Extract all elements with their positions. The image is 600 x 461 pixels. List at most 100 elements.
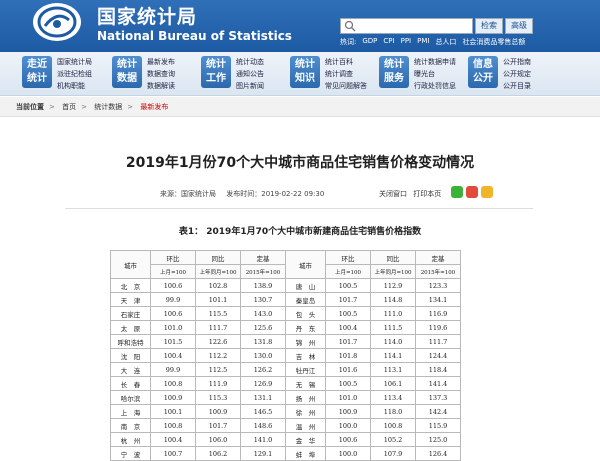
breadcrumb-data[interactable]: 统计数据: [94, 103, 122, 111]
wechat-share-icon[interactable]: [451, 186, 463, 198]
index-cell: 115.5: [195, 306, 241, 321]
index-cell: 125.0: [415, 432, 461, 447]
index-cell: 114.0: [370, 334, 416, 349]
index-cell: 112.9: [370, 278, 416, 293]
breadcrumb: 当前位置 > 首页 > 统计数据 > 最新发布: [0, 97, 600, 117]
hot-word-link[interactable]: 社会消费品零售总额: [462, 37, 525, 49]
col-header-city: 城市: [110, 250, 151, 279]
nav-link[interactable]: 公开规定: [503, 68, 531, 80]
nav-link[interactable]: 图片新闻: [236, 80, 264, 92]
city-cell: 金 华: [285, 432, 326, 447]
search-box: [340, 18, 473, 34]
col-header-city: 城市: [285, 250, 326, 279]
index-cell: 106.0: [195, 432, 241, 447]
index-cell: 100.8: [370, 418, 416, 433]
city-cell: 哈尔滨: [110, 390, 151, 405]
nav-link[interactable]: 数据查询: [147, 68, 175, 80]
breadcrumb-current[interactable]: 最新发布: [140, 103, 168, 111]
nav-link[interactable]: 统计百科: [325, 56, 367, 68]
nav-link[interactable]: 曝光台: [414, 68, 456, 80]
close-window-link[interactable]: 关闭窗口: [379, 190, 407, 198]
print-page-link[interactable]: 打印本页: [413, 190, 441, 198]
table-row: 南 京 100.8 101.7 148.6 温 州 100.0 100.8 115.9: [110, 418, 461, 433]
nbs-logo-icon[interactable]: [33, 3, 81, 41]
nav-link[interactable]: 机构职能: [57, 80, 92, 92]
nav-badge-knowledge[interactable]: 统计 知识: [290, 56, 320, 88]
nav-link[interactable]: 统计调查: [325, 68, 367, 80]
hot-word-link[interactable]: PPI: [401, 37, 412, 49]
article-published: 发布时间：2019-02-22 09:30: [226, 190, 325, 198]
nav-link[interactable]: 国家统计局: [57, 56, 92, 68]
index-cell: 99.9: [150, 362, 196, 377]
nav-badge-about[interactable]: 走近 统计: [22, 56, 52, 88]
city-cell: 呼和浩特: [110, 334, 151, 349]
col-header-yoy: 同比: [370, 250, 416, 265]
city-cell: 包 头: [285, 306, 326, 321]
index-cell: 100.6: [150, 306, 196, 321]
nav-badge-data[interactable]: 统计 数据: [112, 56, 142, 88]
city-cell: 长 春: [110, 376, 151, 391]
index-cell: 101.1: [195, 292, 241, 307]
index-cell: 112.2: [195, 348, 241, 363]
table-row: 沈 阳 100.4 112.2 130.0 吉 林 101.8 114.1 124.4: [110, 348, 461, 363]
table-row: 天 津 99.9 101.1 130.7 秦皇岛 101.7 114.8 134.1: [110, 292, 461, 307]
nav-link[interactable]: 统计动态: [236, 56, 264, 68]
nav-link[interactable]: 统计数据申请: [414, 56, 456, 68]
nav-link[interactable]: 派驻纪检组: [57, 68, 92, 80]
index-cell: 100.9: [150, 390, 196, 405]
table-row: 哈尔滨 100.9 115.3 131.1 扬 州 101.0 113.4 137.3: [110, 390, 461, 405]
nav-link[interactable]: 公开目录: [503, 80, 531, 92]
index-cell: 100.9: [195, 404, 241, 419]
subheader-yoy: 上年同月=100: [370, 264, 416, 279]
nav-link[interactable]: 通知公告: [236, 68, 264, 80]
index-cell: 126.9: [240, 376, 286, 391]
nav-link[interactable]: 最新发布: [147, 56, 175, 68]
col-header-yoy: 同比: [195, 250, 241, 265]
search-button[interactable]: 检索: [475, 18, 503, 34]
index-cell: 101.0: [150, 320, 196, 335]
nav-link[interactable]: 公开指南: [503, 56, 531, 68]
table-row: 北 京 100.6 102.8 138.9 唐 山 100.5 112.9 123.3: [110, 278, 461, 293]
nav-link[interactable]: 行政处罚信息: [414, 80, 456, 92]
table-row: 上 海 100.1 100.9 146.5 徐 州 100.9 118.0 142.4: [110, 404, 461, 419]
index-cell: 115.9: [415, 418, 461, 433]
hot-word-link[interactable]: 总人口: [435, 37, 456, 49]
hot-word-link[interactable]: CPI: [383, 37, 394, 49]
index-cell: 134.1: [415, 292, 461, 307]
city-cell: 南 京: [110, 418, 151, 433]
table-row: 长 春 100.8 111.9 126.9 无 锡 100.5 106.1 141.4: [110, 376, 461, 391]
breadcrumb-home[interactable]: 首页: [62, 103, 76, 111]
hot-words-label: 热词:: [340, 38, 357, 46]
index-cell: 115.3: [195, 390, 241, 405]
index-cell: 141.4: [415, 376, 461, 391]
index-cell: 101.5: [150, 334, 196, 349]
table-row: 太 原 101.0 111.7 125.6 丹 东 100.4 111.5 119.6: [110, 320, 461, 335]
favorite-star-icon[interactable]: [481, 186, 493, 198]
city-cell: 吉 林: [285, 348, 326, 363]
table-row: 大 连 99.9 112.5 126.2 牡丹江 101.6 113.1 118.4: [110, 362, 461, 377]
index-cell: 124.4: [415, 348, 461, 363]
hot-word-link[interactable]: GDP: [362, 37, 377, 49]
index-cell: 111.7: [415, 334, 461, 349]
subheader-mom: 上月=100: [150, 264, 196, 279]
nav-badge-service[interactable]: 统计 服务: [379, 56, 409, 88]
weibo-share-icon[interactable]: [466, 186, 478, 198]
city-cell: 天 津: [110, 292, 151, 307]
index-cell: 101.6: [325, 362, 371, 377]
nav-link[interactable]: 常见问题解答: [325, 80, 367, 92]
index-cell: 111.0: [370, 306, 416, 321]
search-input[interactable]: [359, 19, 469, 33]
city-cell: 上 海: [110, 404, 151, 419]
index-cell: 146.5: [240, 404, 286, 419]
hot-word-link[interactable]: PMI: [417, 37, 429, 49]
nav-link[interactable]: 数据解读: [147, 80, 175, 92]
index-cell: 119.6: [415, 320, 461, 335]
city-cell: 锦 州: [285, 334, 326, 349]
nav-badge-work[interactable]: 统计 工作: [201, 56, 231, 88]
advanced-search-button[interactable]: 高级: [505, 18, 533, 34]
index-cell: 123.3: [415, 278, 461, 293]
index-cell: 122.6: [195, 334, 241, 349]
nav-group-disclosure: 信息 公开 公开指南 公开规定 公开目录: [468, 56, 531, 92]
nav-badge-disclosure[interactable]: 信息 公开: [468, 56, 498, 88]
index-cell: 143.0: [240, 306, 286, 321]
